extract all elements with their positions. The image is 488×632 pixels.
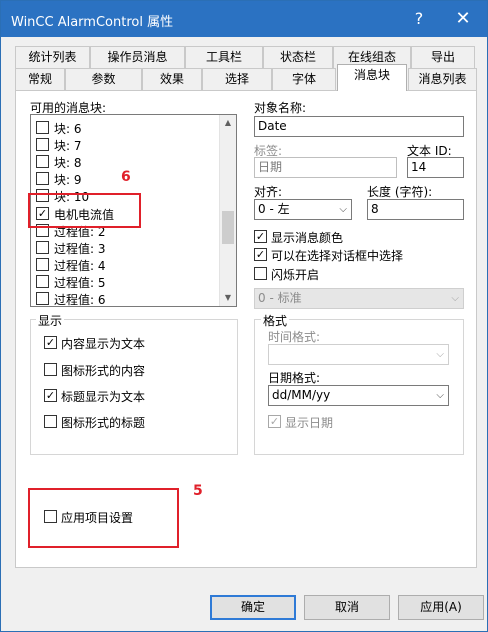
tab-effects[interactable]: 效果 xyxy=(142,68,202,90)
checkbox[interactable] xyxy=(36,138,49,151)
show-message-color-checkbox[interactable]: ✓ xyxy=(254,230,267,243)
flash-mode-value: 0 - 标准 xyxy=(258,291,302,305)
tab-message-list[interactable]: 消息列表 xyxy=(408,68,477,90)
title-as-icon-checkbox[interactable] xyxy=(44,415,57,428)
tab-operator-messages[interactable]: 操作员消息 xyxy=(90,46,185,68)
list-item[interactable]: 过程值: 5 xyxy=(36,273,216,290)
tab-export[interactable]: 导出 xyxy=(411,46,475,68)
list-scrollbar[interactable]: ▲ ▼ xyxy=(219,115,236,306)
object-name-input[interactable]: Date xyxy=(254,116,464,137)
apply-button[interactable]: 应用(A) xyxy=(398,595,484,620)
scroll-up-icon[interactable]: ▲ xyxy=(220,115,236,131)
list-item-label: 过程值: 5 xyxy=(54,276,106,290)
show-date-label: 显示日期 xyxy=(285,416,334,430)
annotation-box-5 xyxy=(28,488,179,548)
date-format-label: 日期格式: xyxy=(268,371,321,385)
time-format-label: 时间格式: xyxy=(268,330,321,344)
list-item-label: 块: 8 xyxy=(54,156,82,170)
alignment-label: 对齐: xyxy=(254,185,283,199)
length-label: 长度 (字符): xyxy=(367,185,433,199)
list-item-label: 块: 7 xyxy=(54,139,82,153)
display-group-title: 显示 xyxy=(36,312,65,329)
annotation-box-6 xyxy=(28,193,141,228)
checkbox[interactable] xyxy=(36,258,49,271)
title-as-text-checkbox[interactable]: ✓ xyxy=(44,389,57,402)
checkbox[interactable] xyxy=(36,241,49,254)
help-button[interactable]: ? xyxy=(407,7,431,31)
content-as-text-label: 内容显示为文本 xyxy=(61,337,146,351)
list-item-label: 过程值: 4 xyxy=(54,259,106,273)
content-as-icon-label: 图标形式的内容 xyxy=(61,364,146,378)
tag-input[interactable]: 日期 xyxy=(254,157,397,178)
list-item-label: 过程值: 3 xyxy=(54,242,106,256)
text-id-input[interactable]: 14 xyxy=(407,157,464,178)
chevron-down-icon[interactable]: ⌵ xyxy=(436,386,444,405)
chevron-down-icon[interactable]: ⌵ xyxy=(451,289,459,308)
format-group-title: 格式 xyxy=(261,312,290,329)
chevron-down-icon[interactable]: ⌵ xyxy=(339,200,347,219)
title-as-text-label: 标题显示为文本 xyxy=(61,390,146,404)
length-input[interactable]: 8 xyxy=(367,199,464,220)
alignment-value: 0 - 左 xyxy=(258,202,290,216)
ok-button[interactable]: 确定 xyxy=(210,595,296,620)
checkbox[interactable] xyxy=(36,275,49,288)
flashing-checkbox[interactable] xyxy=(254,267,267,280)
checkbox[interactable] xyxy=(36,121,49,134)
list-item-label: 块: 9 xyxy=(54,173,82,187)
select-in-dialog-label: 可以在选择对话框中选择 xyxy=(271,249,404,263)
scroll-down-icon[interactable]: ▼ xyxy=(220,290,236,306)
tab-message-blocks[interactable]: 消息块 xyxy=(337,64,407,91)
list-item[interactable]: 过程值: 3 xyxy=(36,239,216,256)
show-message-color-label: 显示消息颜色 xyxy=(271,231,344,245)
tab-toolbar[interactable]: 工具栏 xyxy=(185,46,263,68)
title-bar[interactable]: WinCC AlarmControl 属性 ? ✕ xyxy=(1,1,487,37)
checkbox[interactable] xyxy=(36,155,49,168)
tab-statusbar[interactable]: 状态栏 xyxy=(263,46,333,68)
tab-fonts[interactable]: 字体 xyxy=(272,68,336,90)
flash-mode-select[interactable]: 0 - 标准 ⌵ xyxy=(254,288,464,309)
tab-general[interactable]: 常规 xyxy=(15,68,65,90)
content-as-icon-checkbox[interactable] xyxy=(44,363,57,376)
date-format-value: dd/MM/yy xyxy=(272,388,331,402)
show-date-checkbox[interactable]: ✓ xyxy=(268,415,281,428)
tab-statistics-list[interactable]: 统计列表 xyxy=(15,46,90,68)
close-button[interactable]: ✕ xyxy=(451,7,475,31)
chevron-down-icon[interactable]: ⌵ xyxy=(436,345,444,364)
flashing-label: 闪烁开启 xyxy=(271,268,320,282)
annotation-6: 6 xyxy=(121,169,131,185)
content-as-text-checkbox[interactable]: ✓ xyxy=(44,336,57,349)
list-item[interactable]: 块: 7 xyxy=(36,136,216,153)
alignment-select[interactable]: 0 - 左 ⌵ xyxy=(254,199,352,220)
object-name-label: 对象名称: xyxy=(254,101,307,115)
tab-parameters[interactable]: 参数 xyxy=(65,68,142,90)
list-item-label: 过程值: 6 xyxy=(54,293,106,307)
time-format-select[interactable]: ⌵ xyxy=(268,344,449,365)
properties-dialog: WinCC AlarmControl 属性 ? ✕ 统计列表 操作员消息 工具栏… xyxy=(0,0,488,632)
list-item[interactable]: 块: 6 xyxy=(36,119,216,136)
checkbox[interactable] xyxy=(36,292,49,305)
checkbox[interactable] xyxy=(36,172,49,185)
title-as-icon-label: 图标形式的标题 xyxy=(61,416,146,430)
list-item[interactable]: 过程值: 4 xyxy=(36,256,216,273)
list-item-label: 块: 6 xyxy=(54,122,82,136)
tab-selection[interactable]: 选择 xyxy=(202,68,272,90)
window-title: WinCC AlarmControl 属性 xyxy=(11,15,174,30)
select-in-dialog-checkbox[interactable]: ✓ xyxy=(254,248,267,261)
date-format-select[interactable]: dd/MM/yy ⌵ xyxy=(268,385,449,406)
annotation-5: 5 xyxy=(193,483,203,499)
cancel-button[interactable]: 取消 xyxy=(304,595,390,620)
list-item[interactable]: 块: 8 xyxy=(36,153,216,170)
scroll-thumb[interactable] xyxy=(222,211,234,244)
list-item[interactable]: 过程值: 6 xyxy=(36,290,216,307)
